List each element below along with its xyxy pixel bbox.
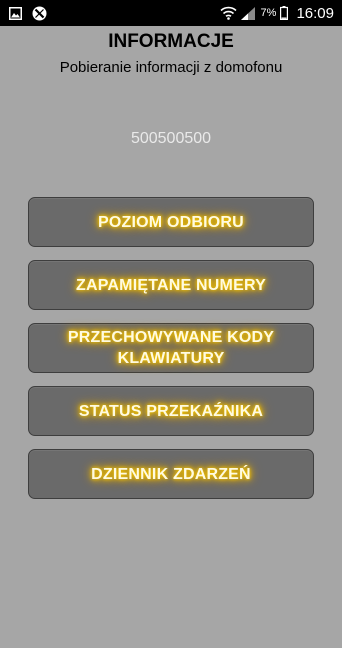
button-label: POZIOM ODBIORU [98, 213, 244, 231]
stored-keypad-codes-button[interactable]: PRZECHOWYWANE KODY KLAWIATURY [28, 323, 314, 373]
signal-icon [240, 6, 255, 20]
battery-percent: 7% [260, 7, 277, 19]
page-title: INFORMACJE [108, 31, 234, 52]
stored-numbers-button[interactable]: ZAPAMIĘTANE NUMERY [28, 260, 314, 310]
button-label: STATUS PRZEKAŹNIKA [78, 402, 264, 420]
wifi-icon [220, 6, 237, 20]
button-label: ZAPAMIĘTANE NUMERY [76, 276, 266, 294]
button-label: PRZECHOWYWANE KODY KLAWIATURY [67, 329, 275, 367]
event-log-button[interactable]: DZIENNIK ZDARZEŃ [28, 449, 314, 499]
button-label: DZIENNIK ZDARZEŃ [91, 465, 251, 483]
battery-icon [280, 6, 289, 20]
status-bar: 7% 16:09 [0, 0, 342, 26]
reception-level-button[interactable]: POZIOM ODBIORU [28, 197, 314, 247]
page-header: INFORMACJE Pobieranie informacji z domof… [0, 30, 342, 78]
info-menu: POZIOM ODBIORU ZAPAMIĘTANE NUMERY PRZECH… [28, 197, 314, 512]
page-subtitle: Pobieranie informacji z domofonu [59, 59, 283, 76]
gallery-notification-icon [9, 6, 22, 20]
phone-number: 500500500 [130, 130, 212, 147]
blocked-notification-icon [32, 6, 47, 21]
clock: 16:09 [296, 4, 334, 22]
relay-status-button[interactable]: STATUS PRZEKAŹNIKA [28, 386, 314, 436]
